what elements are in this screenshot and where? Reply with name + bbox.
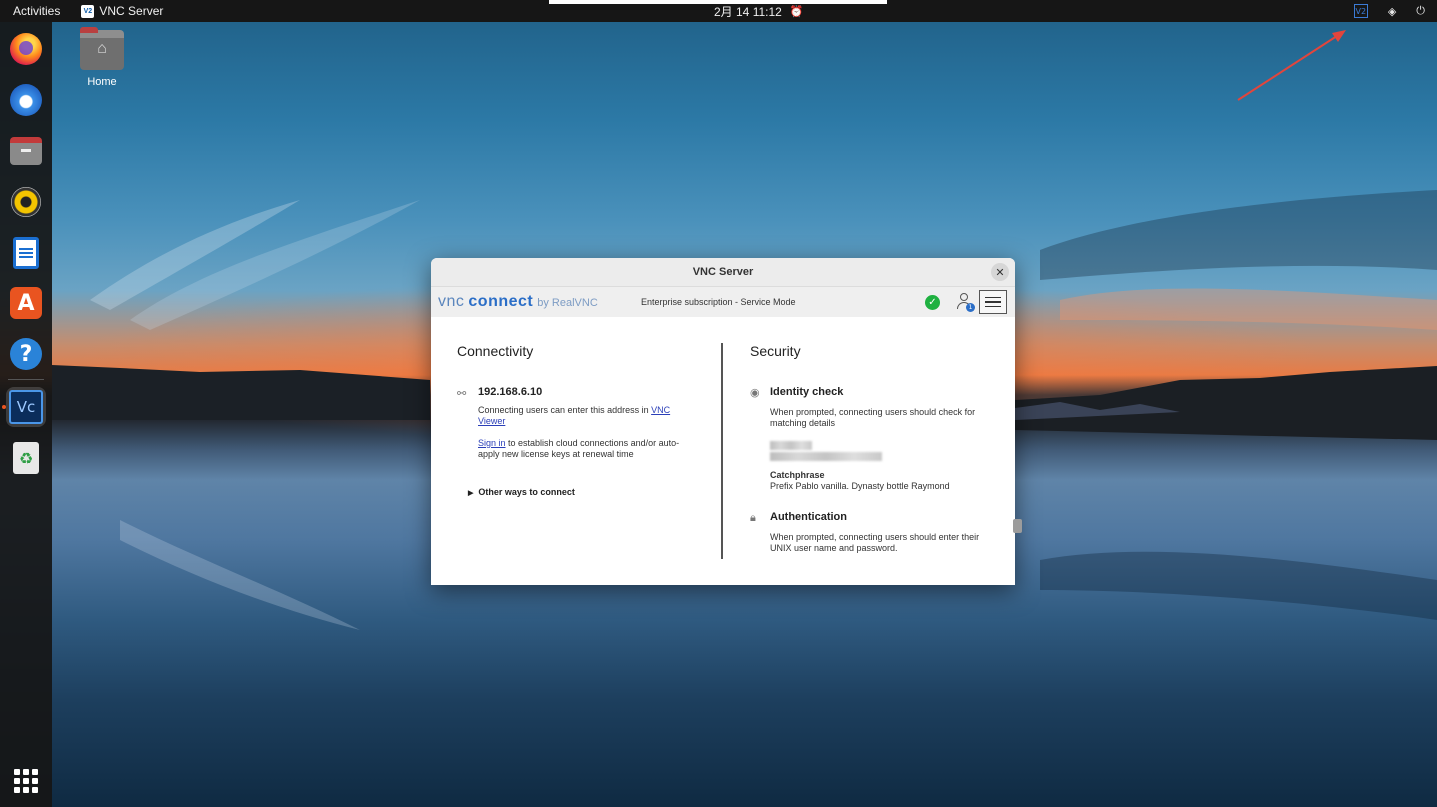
firefox-icon xyxy=(10,33,42,65)
dock-help[interactable]: ? xyxy=(6,334,46,374)
help-icon: ? xyxy=(10,338,42,370)
dock-firefox[interactable] xyxy=(6,29,46,69)
users-count-badge: 1 xyxy=(966,303,975,312)
vnc-server-icon: Vc xyxy=(9,390,43,424)
connected-users-icon[interactable]: 1 xyxy=(956,293,975,312)
top-bar: Activities V2 VNC Server 2月 14 11:12 ⏰ V… xyxy=(0,0,1437,22)
redacted-signature-line1 xyxy=(770,441,812,450)
vnc-tray-icon[interactable]: V2 xyxy=(1353,4,1368,18)
app-menu-label: VNC Server xyxy=(99,4,164,18)
close-button[interactable]: ✕ xyxy=(991,263,1009,281)
window-resize-handle[interactable] xyxy=(1013,519,1022,533)
catchphrase-label: Catchphrase xyxy=(770,470,825,480)
dock-files[interactable] xyxy=(6,131,46,171)
writer-icon xyxy=(13,237,39,269)
subscription-label: Enterprise subscription - Service Mode xyxy=(641,297,796,307)
files-icon xyxy=(10,137,42,165)
catchphrase-value: Prefix Pablo vanilla. Dynasty bottle Ray… xyxy=(770,481,950,491)
app-grid-icon xyxy=(14,769,38,793)
other-ways-expander[interactable]: ▶ Other ways to connect xyxy=(468,487,575,497)
identity-check-title: Identity check xyxy=(770,386,844,398)
show-apps-button[interactable] xyxy=(6,761,46,801)
identity-check-text: When prompted, connecting users should c… xyxy=(770,407,976,428)
dock-trash[interactable]: ♻ xyxy=(6,438,46,478)
clock[interactable]: 2月 14 11:12 ⏰ xyxy=(714,0,804,22)
signin-description: Sign in to establish cloud connections a… xyxy=(478,438,680,459)
sign-in-link[interactable]: Sign in xyxy=(478,438,506,448)
redacted-signature-line2 xyxy=(770,452,882,461)
window-titlebar[interactable]: VNC Server ✕ xyxy=(431,258,1015,286)
logo-connect: connect xyxy=(468,293,534,310)
window-title: VNC Server xyxy=(692,266,754,278)
column-divider xyxy=(721,343,723,559)
ip-address[interactable]: 192.168.6.10 xyxy=(478,386,542,398)
software-store-icon: A xyxy=(10,287,42,319)
dock-separator xyxy=(8,379,44,380)
logo-by-realvnc: by RealVNC xyxy=(537,297,598,309)
dock-software[interactable]: A xyxy=(6,283,46,323)
brand-bar: vnc connect by RealVNC Enterprise subscr… xyxy=(431,286,1015,317)
desktop-home-folder[interactable]: ⌂ Home xyxy=(78,27,126,88)
dock: A ? Vc ♻ xyxy=(0,22,52,807)
authentication-text: When prompted, connecting users should e… xyxy=(770,532,980,553)
authentication-title: Authentication xyxy=(770,511,847,523)
vnc-server-window: VNC Server ✕ vnc connect by RealVNC Ente… xyxy=(431,258,1015,585)
activities-button[interactable]: Activities xyxy=(0,0,73,22)
security-title: Security xyxy=(750,343,801,359)
system-tray: V2 ◈ ⏻ xyxy=(1353,0,1425,22)
home-folder-label: Home xyxy=(87,76,117,88)
dock-writer[interactable] xyxy=(6,233,46,273)
network-icon[interactable]: ◈ xyxy=(1388,5,1396,18)
hamburger-menu-button[interactable] xyxy=(979,290,1007,314)
status-ok-icon[interactable]: ✓ xyxy=(925,295,940,310)
expand-arrow-icon: ▶ xyxy=(468,490,474,497)
ip-description: Connecting users can enter this address … xyxy=(478,405,671,426)
trash-icon: ♻ xyxy=(13,442,39,474)
home-folder-icon: ⌂ xyxy=(80,27,124,70)
dock-rhythmbox[interactable] xyxy=(6,182,46,222)
dock-thunderbird[interactable] xyxy=(6,80,46,120)
app-menu[interactable]: V2 VNC Server xyxy=(73,0,171,22)
thunderbird-icon xyxy=(10,84,42,116)
share-icon: ⚯ xyxy=(457,387,467,400)
lock-icon: 🔒︎ xyxy=(750,511,756,524)
eye-icon: ◉ xyxy=(750,386,760,399)
power-icon[interactable]: ⏻ xyxy=(1416,4,1425,18)
logo-vnc: vnc xyxy=(438,293,465,310)
connectivity-title: Connectivity xyxy=(457,343,534,359)
alarm-icon: ⏰ xyxy=(789,5,804,18)
window-content: Connectivity ⚯ 192.168.6.10 Connecting u… xyxy=(431,317,1015,585)
clock-text: 2月 14 11:12 xyxy=(714,4,782,19)
vnc-server-app-icon: V2 xyxy=(81,4,95,18)
rhythmbox-icon xyxy=(11,187,41,217)
dock-vnc-server[interactable]: Vc xyxy=(6,387,46,427)
vnc-connect-logo: vnc connect by RealVNC xyxy=(438,293,598,311)
